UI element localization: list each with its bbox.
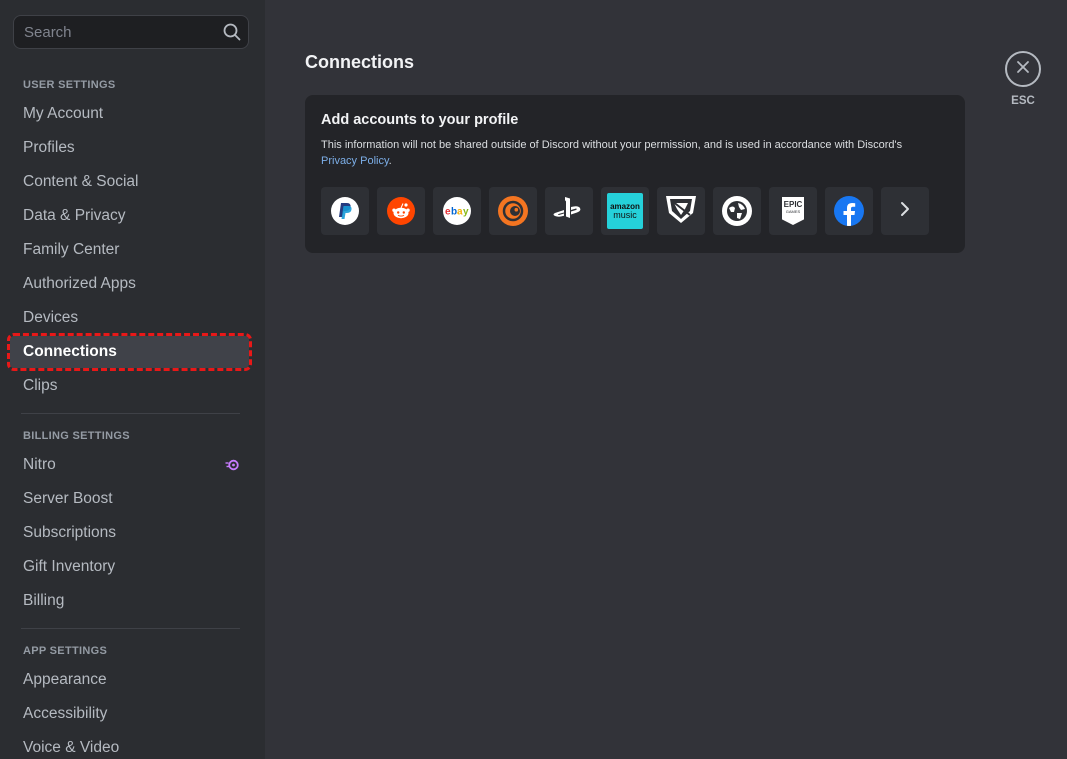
connection-services-row: ebay amazon music EPIC GAMES [321, 187, 929, 235]
connect-bungie-button[interactable] [657, 187, 705, 235]
sidebar-item-appearance[interactable]: Appearance [13, 664, 249, 696]
sidebar-item-server-boost[interactable]: Server Boost [13, 483, 249, 515]
search-input[interactable] [24, 16, 223, 48]
esc-label: ESC [1011, 95, 1035, 107]
search-box[interactable] [13, 15, 249, 49]
sidebar-item-accessibility[interactable]: Accessibility [13, 698, 249, 730]
sidebar-divider [21, 628, 240, 629]
connect-paypal-button[interactable] [321, 187, 369, 235]
svg-text:y: y [463, 207, 469, 218]
sidebar-divider [21, 413, 240, 414]
playstation-icon [551, 195, 587, 228]
connect-facebook-button[interactable] [825, 187, 873, 235]
sidebar-item-family-center[interactable]: Family Center [13, 234, 249, 266]
sidebar-item-authorized-apps[interactable]: Authorized Apps [13, 268, 249, 300]
close-icon [1016, 60, 1030, 79]
sidebar-item-voice-video[interactable]: Voice & Video [13, 732, 249, 759]
user-settings-header: USER SETTINGS [23, 79, 116, 91]
connect-playstation-button[interactable] [545, 187, 593, 235]
close-settings: ESC [1005, 51, 1041, 107]
facebook-icon [834, 196, 864, 226]
nitro-icon [225, 458, 239, 472]
card-description: This information will not be shared outs… [321, 139, 903, 167]
search-icon[interactable] [223, 22, 241, 42]
card-title: Add accounts to your profile [321, 112, 519, 128]
connect-crunchyroll-button[interactable] [489, 187, 537, 235]
app-settings-header: APP SETTINGS [23, 645, 108, 657]
billing-settings-header: BILLING SETTINGS [23, 430, 130, 442]
settings-sidebar: USER SETTINGS My Account Profiles Conten… [0, 0, 265, 759]
sidebar-item-nitro[interactable]: Nitro [13, 449, 249, 481]
sidebar-item-my-account[interactable]: My Account [13, 98, 249, 130]
connect-domain-button[interactable] [713, 187, 761, 235]
sidebar-item-subscriptions[interactable]: Subscriptions [13, 517, 249, 549]
sidebar-item-gift-inventory[interactable]: Gift Inventory [13, 551, 249, 583]
sidebar-item-connections[interactable]: Connections [7, 333, 252, 371]
connect-epic-games-button[interactable]: EPIC GAMES [769, 187, 817, 235]
sidebar-item-content-social[interactable]: Content & Social [13, 166, 249, 198]
reddit-icon [387, 197, 415, 225]
domain-globe-icon [722, 196, 752, 226]
chevron-right-icon [899, 201, 911, 222]
epic-games-icon: EPIC GAMES [782, 197, 804, 225]
ebay-icon: ebay [443, 197, 471, 225]
privacy-policy-link[interactable]: Privacy Policy [321, 155, 389, 167]
add-accounts-card: Add accounts to your profile This inform… [305, 95, 965, 253]
sidebar-item-profiles[interactable]: Profiles [13, 132, 249, 164]
connect-ebay-button[interactable]: ebay [433, 187, 481, 235]
more-connections-button[interactable] [881, 187, 929, 235]
connect-amazon-music-button[interactable]: amazon music [601, 187, 649, 235]
paypal-icon [331, 197, 359, 225]
sidebar-item-label: Nitro [23, 456, 56, 473]
amazon-music-icon: amazon music [607, 193, 643, 229]
page-title: Connections [305, 52, 415, 72]
crunchyroll-icon [498, 196, 528, 226]
sidebar-item-data-privacy[interactable]: Data & Privacy [13, 200, 249, 232]
close-button[interactable] [1005, 51, 1041, 87]
connect-reddit-button[interactable] [377, 187, 425, 235]
sidebar-item-devices[interactable]: Devices [13, 302, 249, 334]
bungie-icon [664, 193, 698, 230]
sidebar-item-clips[interactable]: Clips [13, 370, 249, 402]
sidebar-item-billing[interactable]: Billing [13, 585, 249, 617]
